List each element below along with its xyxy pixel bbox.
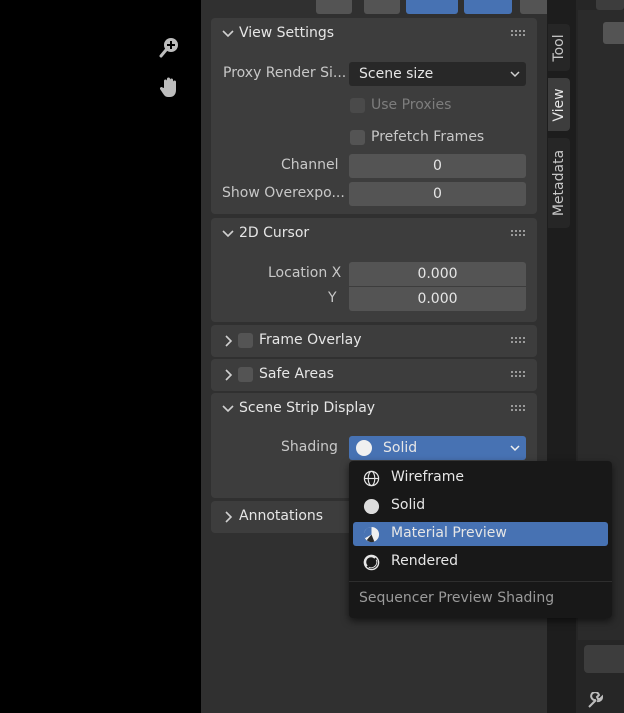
menu-separator xyxy=(349,581,612,582)
channel-field[interactable]: 0 xyxy=(349,154,526,178)
drag-grip-icon[interactable] xyxy=(511,337,527,345)
menu-item-label: Material Preview xyxy=(391,525,507,541)
editor-type-button[interactable] xyxy=(596,0,624,10)
header-icon-button-2[interactable] xyxy=(364,0,400,14)
proxy-render-size-label: Proxy Render Si... xyxy=(223,65,347,81)
show-overexposed-field[interactable]: 0 xyxy=(349,182,526,206)
panel-title: View Settings xyxy=(239,25,335,41)
use-proxies-checkbox[interactable] xyxy=(350,98,365,113)
rendered-shading-icon xyxy=(363,554,380,571)
chevron-right-icon xyxy=(225,369,233,381)
panel-title: Frame Overlay xyxy=(259,332,362,348)
drag-grip-icon[interactable] xyxy=(511,371,527,379)
cursor-2d-header[interactable]: 2D Cursor xyxy=(211,218,537,250)
chevron-right-icon xyxy=(225,511,233,523)
menu-item-label: Solid xyxy=(391,497,426,513)
chevron-down-icon xyxy=(510,445,520,452)
collection-icon[interactable] xyxy=(603,22,624,44)
show-overexposed-label: Show Overexpo... xyxy=(222,185,345,201)
menu-item-rendered[interactable]: Rendered xyxy=(353,550,608,574)
wrench-icon[interactable] xyxy=(586,692,604,710)
wireframe-shading-icon xyxy=(363,470,380,487)
header-icon-button-1[interactable] xyxy=(316,0,352,14)
sequencer-preview-viewport[interactable] xyxy=(0,0,201,713)
tab-label: Tool xyxy=(551,33,567,62)
location-y-field[interactable]: 0.000 xyxy=(349,287,526,311)
chevron-right-icon xyxy=(225,335,233,347)
menu-item-solid[interactable]: Solid xyxy=(353,494,608,518)
drag-grip-icon[interactable] xyxy=(511,405,527,413)
frame-overlay-panel[interactable]: Frame Overlay xyxy=(211,325,537,357)
shading-dropdown[interactable]: Solid xyxy=(349,436,526,460)
tab-view[interactable]: View xyxy=(548,78,570,131)
chevron-down-icon xyxy=(510,71,520,78)
safe-areas-checkbox[interactable] xyxy=(238,367,253,382)
safe-areas-panel[interactable]: Safe Areas xyxy=(211,359,537,391)
tab-tool[interactable]: Tool xyxy=(548,24,570,71)
view-settings-header[interactable]: View Settings xyxy=(211,18,537,50)
header-icon-button-3[interactable] xyxy=(520,0,550,14)
menu-footer-label: Sequencer Preview Shading xyxy=(359,590,555,606)
menu-item-material-preview[interactable]: Material Preview xyxy=(353,522,608,546)
tab-label: Metadata xyxy=(551,149,567,217)
menu-item-wireframe[interactable]: Wireframe xyxy=(353,466,608,490)
use-proxies-label: Use Proxies xyxy=(371,97,452,113)
chevron-down-icon xyxy=(222,405,234,413)
menu-item-label: Wireframe xyxy=(391,469,465,485)
material-preview-icon xyxy=(363,526,380,543)
solid-shading-icon xyxy=(356,440,372,456)
location-x-label: Location X xyxy=(268,265,342,281)
panel-title: Annotations xyxy=(239,508,324,524)
solid-shading-icon xyxy=(363,498,380,515)
header-gizmo-toggle[interactable] xyxy=(406,0,458,14)
proxy-render-size-dropdown[interactable]: Scene size xyxy=(349,62,526,86)
location-x-field[interactable]: 0.000 xyxy=(349,262,526,286)
scene-strip-display-header[interactable]: Scene Strip Display xyxy=(211,393,537,425)
mode-selector-button[interactable] xyxy=(584,645,624,673)
prefetch-frames-label: Prefetch Frames xyxy=(371,129,485,145)
tab-label: View xyxy=(551,87,567,122)
chevron-down-icon xyxy=(222,30,234,38)
header-overlay-toggle[interactable] xyxy=(464,0,512,14)
shading-label: Shading xyxy=(281,439,338,455)
shading-menu: Wireframe Solid Material Preview Rendere… xyxy=(349,461,612,618)
drag-grip-icon[interactable] xyxy=(511,230,527,238)
panel-title: Scene Strip Display xyxy=(239,400,376,416)
tab-metadata[interactable]: Metadata xyxy=(548,138,570,228)
prefetch-frames-checkbox[interactable] xyxy=(350,130,365,145)
shading-value: Solid xyxy=(383,440,418,456)
channel-label: Channel xyxy=(281,157,339,173)
panel-title: 2D Cursor xyxy=(239,225,310,241)
zoom-icon[interactable] xyxy=(157,34,183,60)
proxy-render-size-value: Scene size xyxy=(359,66,434,82)
chevron-down-icon xyxy=(222,230,234,238)
location-y-label: Y xyxy=(328,290,337,306)
panel-title: Safe Areas xyxy=(259,366,334,382)
menu-item-label: Rendered xyxy=(391,553,459,569)
frame-overlay-checkbox[interactable] xyxy=(238,333,253,348)
pan-hand-icon[interactable] xyxy=(157,74,183,100)
drag-grip-icon[interactable] xyxy=(511,30,527,38)
